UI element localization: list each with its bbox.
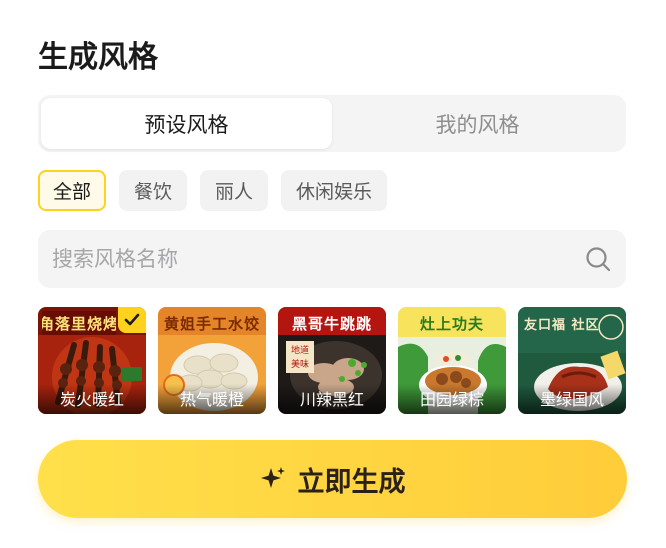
style-source-tabs: 预设风格 我的风格: [38, 95, 626, 152]
selected-check-icon: [118, 307, 146, 333]
style-name: 田园绿棕: [398, 384, 506, 414]
category-filter: 全部 餐饮 丽人 休闲娱乐: [38, 170, 388, 211]
style-card-pastoral-green-brown[interactable]: 灶上功夫 田园绿棕: [398, 307, 506, 414]
style-name: 炭火暖红: [38, 384, 146, 414]
svg-text:地道: 地道: [291, 344, 309, 356]
svg-text:美味: 美味: [291, 358, 309, 370]
chip-beauty[interactable]: 丽人: [200, 170, 269, 211]
section-title: 生成风格: [38, 40, 158, 75]
style-name: 墨绿国风: [518, 384, 626, 414]
card-banner: 黑哥牛跳跳: [291, 314, 372, 333]
chip-leisure[interactable]: 休闲娱乐: [281, 170, 388, 211]
search-input[interactable]: [52, 247, 584, 271]
card-banner: 灶上功夫: [419, 314, 484, 333]
style-name: 热气暖橙: [158, 384, 266, 414]
style-card-charcoal-warm-red[interactable]: 角落里烧烤 炭火暖红: [38, 307, 146, 414]
card-banner: 黄姐手工水饺: [163, 314, 260, 333]
chip-all[interactable]: 全部: [38, 170, 107, 211]
generate-button-label: 立即生成: [297, 466, 406, 498]
generate-button[interactable]: 立即生成: [38, 440, 627, 518]
search-icon[interactable]: [584, 245, 612, 273]
chip-dining[interactable]: 餐饮: [119, 170, 188, 211]
sparkle-icon: [260, 467, 285, 488]
tab-preset-styles[interactable]: 预设风格: [41, 98, 332, 149]
style-name: 川辣黑红: [278, 384, 386, 414]
style-card-ink-green-guofeng[interactable]: 友口福 社区厨房 墨绿国风: [518, 307, 626, 414]
style-card-steam-warm-orange[interactable]: 黄姐手工水饺 热气暖橙: [158, 307, 266, 414]
card-banner: 友口福 社区厨房: [524, 317, 600, 333]
style-list: 角落里烧烤 炭火暖红 黄姐手工水饺 热气暖橙 地道 美味 黑哥牛跳跳 川辣黑红 …: [38, 307, 626, 414]
search-bar: [38, 230, 626, 288]
style-card-sichuan-spicy-black-red[interactable]: 地道 美味 黑哥牛跳跳 川辣黑红: [278, 307, 386, 414]
card-banner: 角落里烧烤: [42, 311, 116, 335]
tab-my-styles[interactable]: 我的风格: [332, 98, 623, 149]
